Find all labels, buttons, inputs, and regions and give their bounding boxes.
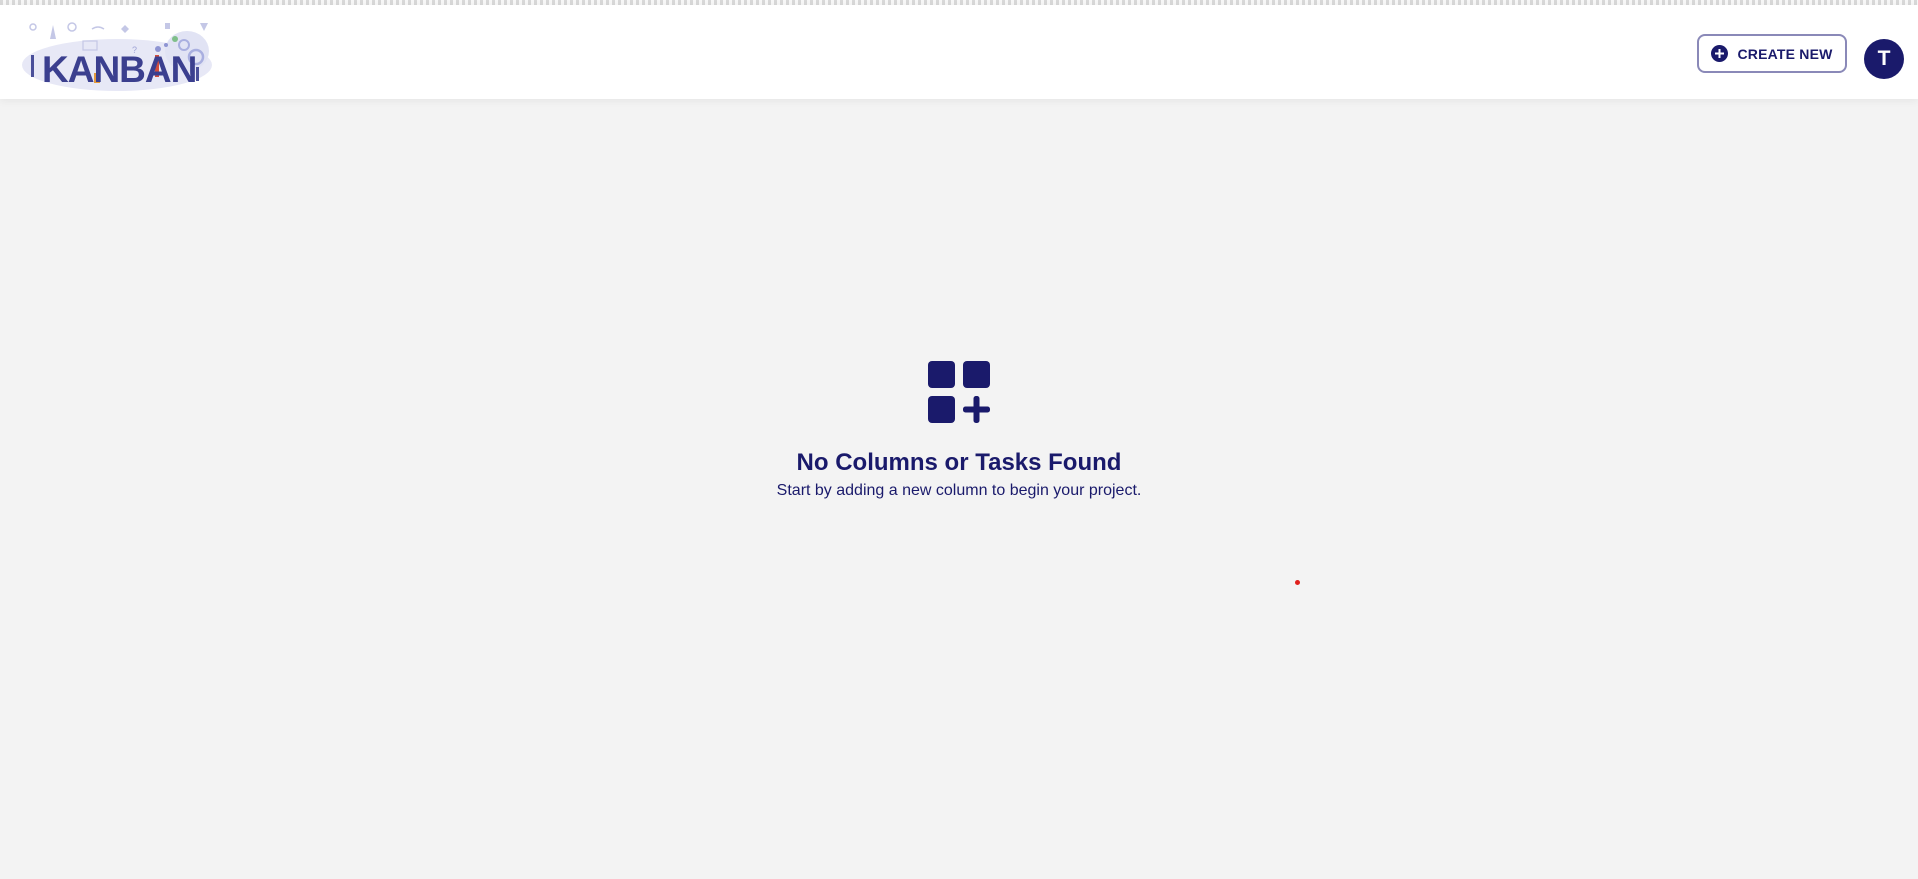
empty-state-subtitle: Start by adding a new column to begin yo… [776,482,1142,499]
create-new-label: CREATE NEW [1737,45,1833,62]
add-grid-icon [928,361,990,423]
cursor-marker [1295,580,1300,585]
empty-state: No Columns or Tasks Found Start by addin… [0,360,1918,500]
logo-text: KANBAN [42,49,197,90]
user-avatar[interactable]: T [1864,39,1904,79]
empty-state-title: No Columns or Tasks Found [796,449,1122,476]
kanban-logo[interactable]: ? KANBAN [22,15,212,93]
plus-circle-icon [1711,45,1729,62]
create-new-button[interactable]: CREATE NEW [1697,34,1847,73]
app-header: ? KANBAN CREATE NEW T [0,5,1918,99]
